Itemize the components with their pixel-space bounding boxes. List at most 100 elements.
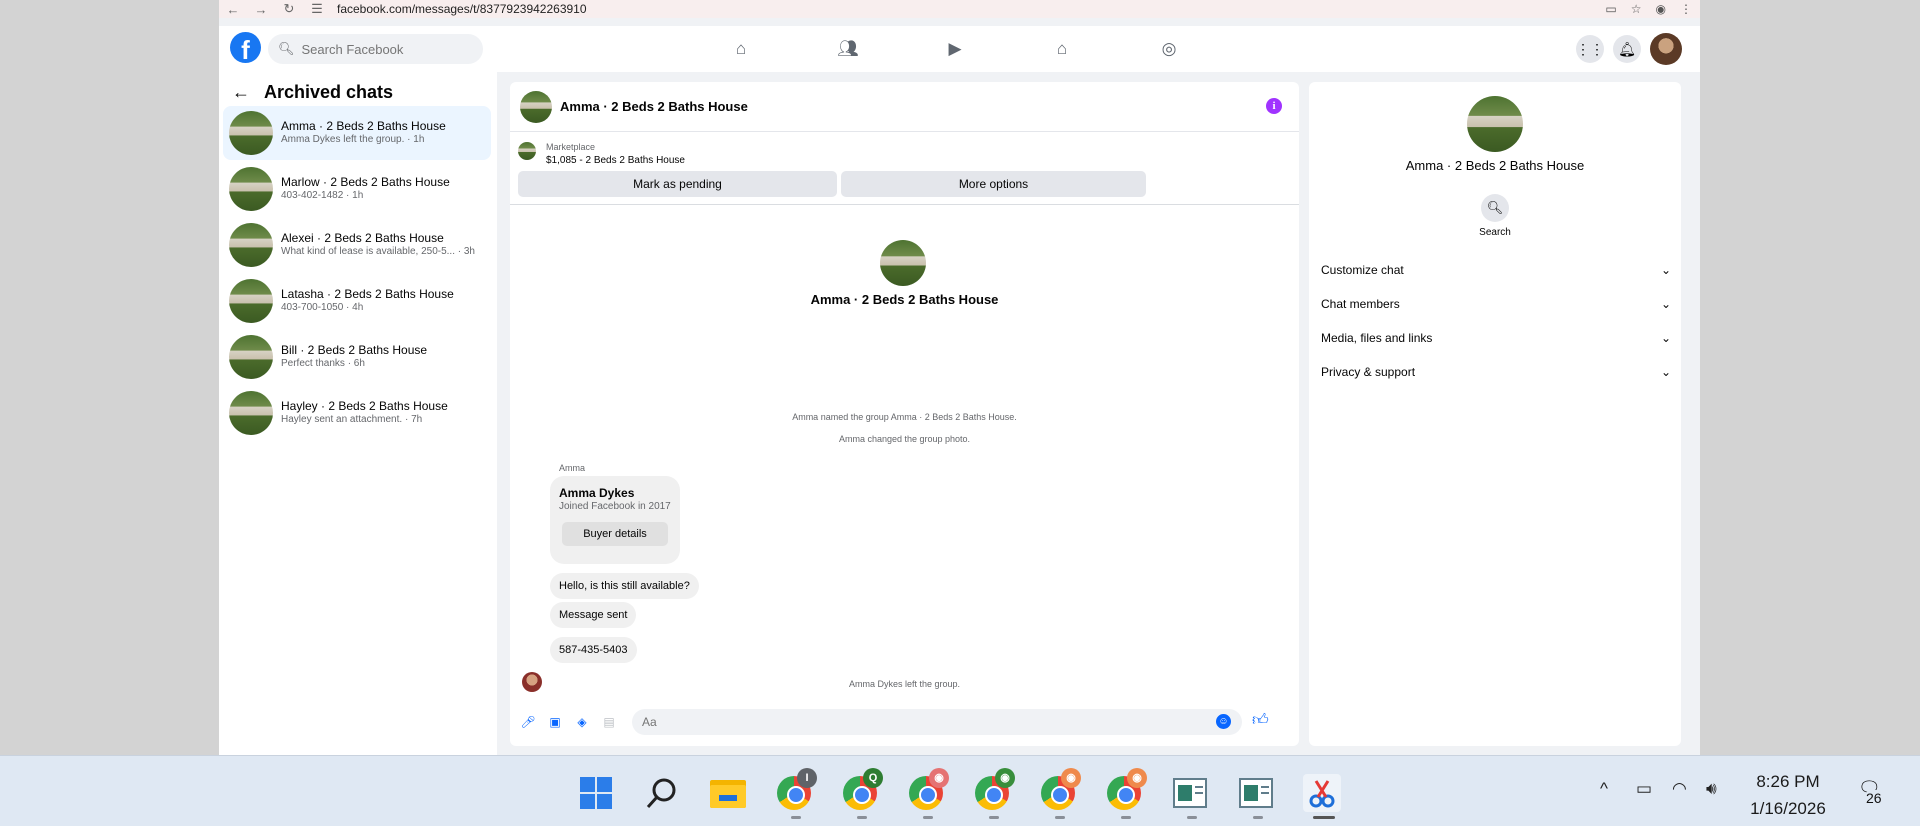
bell-icon[interactable]: 🔔︎ [1613,35,1641,63]
chrome-icon[interactable]: I [775,768,817,812]
system-clock[interactable]: 8:26 PM 1/16/2026 [1748,768,1828,822]
back-arrow-icon[interactable]: ← [219,2,247,17]
running-indicator [1187,816,1197,819]
microphone-icon[interactable]: 🎤︎ [520,714,536,730]
gif-icon[interactable]: ▤ [601,714,617,730]
chrome-icon[interactable]: ◉ [973,768,1015,812]
chrome-icon[interactable]: ◉ [1039,768,1081,812]
groups-icon[interactable]: ◎ [1158,38,1180,60]
bookmark-star-icon[interactable]: ☆ [1631,2,1642,16]
info-icon[interactable]: i [1266,98,1282,114]
section-label: Privacy & support [1321,365,1416,379]
url-text[interactable]: facebook.com/messages/t/8377923942263910 [337,2,587,16]
conversation-title[interactable]: Amma · 2 Beds 2 Baths House [560,99,748,114]
running-indicator [1055,816,1065,819]
chat-avatar [229,111,273,155]
facebook-search[interactable]: 🔍︎ [268,34,483,64]
back-arrow-icon[interactable]: ← [232,82,250,103]
message-input[interactable] [632,709,1242,735]
search-label: Search [1479,227,1511,238]
sender-name: Amma [559,463,586,473]
site-info-icon[interactable]: ☰ [303,1,331,17]
clock-date: 1/16/2026 [1750,799,1826,818]
snipping-tool-icon[interactable] [1303,774,1341,812]
chat-avatar [229,279,273,323]
chat-item[interactable]: Marlow · 2 Beds 2 Baths House 403-402-148… [223,162,491,216]
menu-grid-icon[interactable]: ⋮⋮ [1576,35,1604,63]
running-indicator [1313,816,1335,819]
chat-item[interactable]: Bill · 2 Beds 2 Baths House Perfect thank… [223,330,491,384]
listing-title[interactable]: $1,085 - 2 Beds 2 Baths House [546,155,685,166]
section-media-files-links[interactable]: Media, files and links ⌄ [1321,324,1671,352]
start-icon[interactable] [577,774,615,812]
chat-item[interactable]: Alexei · 2 Beds 2 Baths House What kind o… [223,218,491,272]
taskbar: I Q ◉ ◉ ◉ ◉ ^ ▭ ◠ 🔊︎ 8:26 PM 1/16/2026 🗨… [0,755,1920,826]
chat-name: Hayley · 2 Beds 2 Baths House [281,399,448,413]
volume-icon[interactable]: 🔊︎ [1706,779,1717,799]
like-icon[interactable]: 👍︎ [1252,711,1269,730]
section-label: Customize chat [1321,263,1404,277]
chat-name: Alexei · 2 Beds 2 Baths House [281,231,444,245]
chat-info-panel: Amma · 2 Beds 2 Baths House 🔍︎ Search Cu… [1309,82,1681,746]
group-avatar [880,240,926,286]
home-icon[interactable]: ⌂ [730,38,752,60]
chevron-up-icon[interactable]: ^ [1600,779,1608,799]
section-customize-chat[interactable]: Customize chat ⌄ [1321,256,1671,284]
mark-as-pending-button[interactable]: Mark as pending [518,171,837,197]
facebook-logo[interactable]: f [230,32,261,63]
message-bubble: 587-435-5403 [550,637,637,663]
buyer-joined: Joined Facebook in 2017 [559,501,671,512]
listing-thumbnail[interactable] [518,142,536,160]
document-app-icon[interactable] [1171,774,1209,812]
chevron-down-icon: ⌄ [1660,365,1671,379]
chat-name: Amma · 2 Beds 2 Baths House [281,119,446,133]
friends-icon[interactable]: 👥︎ [837,38,859,60]
section-chat-members[interactable]: Chat members ⌄ [1321,290,1671,318]
running-indicator [989,816,999,819]
video-icon[interactable]: ▶ [944,38,966,60]
marketplace-icon[interactable]: ⌂ [1051,38,1073,60]
reload-icon[interactable]: ↻ [275,1,303,17]
chevron-down-icon: ⌄ [1660,263,1671,277]
conversation-header: Amma · 2 Beds 2 Baths House i [510,82,1299,132]
install-app-icon[interactable]: ▭ [1605,2,1616,16]
buyer-details-button[interactable]: Buyer details [562,522,668,546]
browser-menu-icon[interactable]: ⋮ [1680,2,1692,16]
chat-item[interactable]: Amma · 2 Beds 2 Baths House Amma Dykes le… [223,106,491,160]
forward-arrow-icon[interactable]: → [247,2,275,17]
search-icon[interactable] [643,774,681,812]
conversation-avatar[interactable] [520,90,552,123]
section-privacy-support[interactable]: Privacy & support ⌄ [1321,358,1671,386]
archived-chats-header: ← Archived chats [232,82,393,103]
emoji-icon[interactable]: ☺ [1216,714,1231,729]
chat-preview: What kind of lease is available, 250-5..… [281,246,475,257]
search-input[interactable] [301,41,472,57]
profile-icon[interactable]: ◉ [1656,2,1666,16]
archived-chats-title: Archived chats [264,82,394,102]
facebook-top-bar: f 🔍︎ ⌂ 👥︎ ▶ ⌂ ◎ ⋮⋮ 🔔︎ [219,26,1700,72]
chat-preview: Perfect thanks · 6h [281,358,365,369]
chat-item[interactable]: Hayley · 2 Beds 2 Baths House Hayley sent… [223,386,491,440]
section-label: Chat members [1321,297,1400,311]
chrome-icon[interactable]: Q [841,768,883,812]
chrome-icon[interactable]: ◉ [1105,768,1147,812]
sticker-icon[interactable]: ◈ [574,714,590,730]
running-indicator [1121,816,1131,819]
chat-item[interactable]: Latasha · 2 Beds 2 Baths House 403-700-10… [223,274,491,328]
info-name: Amma · 2 Beds 2 Baths House [1405,158,1585,173]
file-explorer-icon[interactable] [709,774,747,812]
chat-preview: 403-402-1482 · 1h [281,190,364,201]
chat-name: Marlow · 2 Beds 2 Baths House [281,175,450,189]
marketplace-bar: Marketplace $1,085 - 2 Beds 2 Baths Hous… [510,133,1299,205]
chrome-icon[interactable]: ◉ [907,768,949,812]
system-message: Amma named the group Amma · 2 Beds 2 Bat… [792,412,1017,422]
wifi-icon[interactable]: ◠ [1672,779,1687,799]
battery-icon[interactable]: ▭ [1636,779,1652,799]
document-app-icon[interactable] [1237,774,1275,812]
profile-badge-icon: ◉ [995,768,1015,788]
search-icon[interactable]: 🔍︎ [1481,194,1509,222]
account-avatar[interactable] [1650,33,1682,65]
system-message: Amma Dykes left the group. [848,679,961,689]
more-options-button[interactable]: More options [841,171,1146,197]
photo-icon[interactable]: ▣ [547,714,563,730]
